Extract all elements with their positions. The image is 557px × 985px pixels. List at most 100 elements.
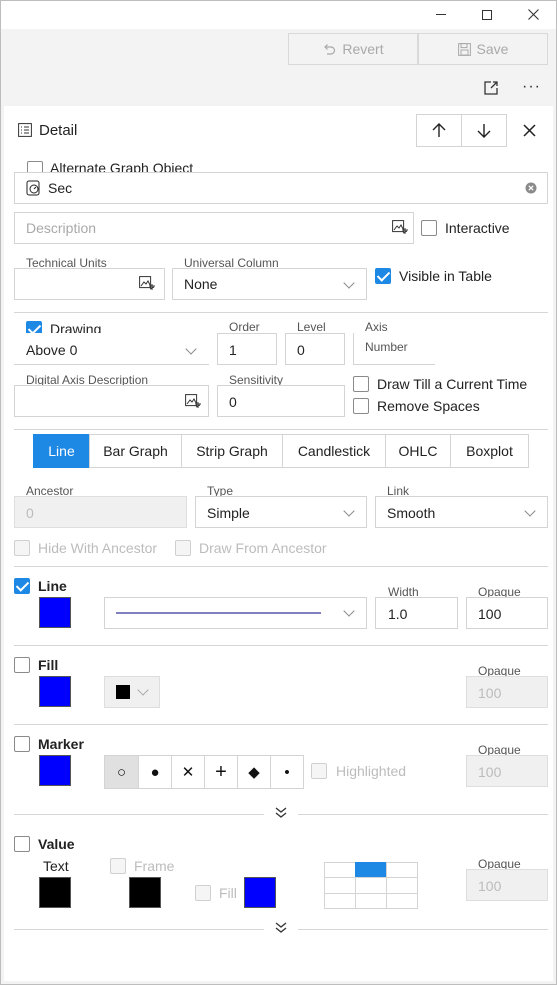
interactive-checkbox[interactable] bbox=[421, 220, 437, 236]
divider bbox=[298, 929, 548, 930]
value-fill-label: Fill bbox=[219, 885, 237, 901]
order-value: 1 bbox=[229, 342, 237, 358]
axis-label: Axis bbox=[365, 320, 388, 334]
marker-dot-button[interactable]: • bbox=[270, 756, 303, 788]
remove-spaces-label: Remove Spaces bbox=[377, 398, 480, 414]
minimize-button[interactable] bbox=[418, 0, 464, 29]
marker-diamond-button[interactable]: ◆ bbox=[237, 756, 270, 788]
fill-checkbox[interactable] bbox=[14, 657, 30, 673]
revert-button[interactable]: Revert bbox=[288, 33, 418, 65]
open-external-button[interactable] bbox=[482, 79, 500, 97]
undo-icon bbox=[324, 44, 336, 55]
align-top-left[interactable] bbox=[324, 862, 356, 878]
digital-axis-description-field[interactable] bbox=[14, 385, 209, 417]
tab-candlestick[interactable]: Candlestick bbox=[282, 434, 386, 468]
visible-in-table-checkbox[interactable] bbox=[375, 268, 391, 284]
frame-color-swatch[interactable] bbox=[129, 877, 161, 908]
divider bbox=[14, 566, 548, 567]
hide-with-ancestor-label: Hide With Ancestor bbox=[38, 540, 158, 556]
close-window-button[interactable] bbox=[510, 0, 556, 29]
clear-icon[interactable] bbox=[525, 182, 537, 194]
marker-checkbox[interactable] bbox=[14, 736, 30, 752]
level-value: 0 bbox=[297, 342, 305, 358]
remove-spaces-checkbox[interactable] bbox=[353, 398, 369, 414]
circle-filled-icon: ● bbox=[150, 763, 160, 781]
order-label: Order bbox=[229, 320, 260, 334]
plus-icon: + bbox=[215, 760, 227, 783]
description-placeholder: Description bbox=[26, 220, 97, 236]
translate-icon[interactable] bbox=[139, 276, 156, 291]
draw-till-current-time-checkbox[interactable] bbox=[353, 376, 369, 392]
interactive-label: Interactive bbox=[445, 220, 510, 236]
value-checkbox[interactable] bbox=[14, 836, 30, 852]
ancestor-field[interactable] bbox=[14, 496, 187, 528]
dot-icon: • bbox=[284, 763, 290, 781]
align-bottom-right[interactable] bbox=[386, 893, 418, 909]
marker-cross-button[interactable]: ✕ bbox=[171, 756, 204, 788]
arrow-down-icon bbox=[477, 124, 491, 138]
marker-plus-button[interactable]: + bbox=[204, 756, 237, 788]
align-middle-right[interactable] bbox=[386, 877, 418, 894]
close-detail-icon[interactable] bbox=[523, 124, 536, 137]
open-external-icon bbox=[484, 81, 498, 95]
line-checkbox[interactable] bbox=[14, 578, 30, 594]
translate-icon[interactable] bbox=[392, 220, 409, 235]
align-top-right[interactable] bbox=[386, 862, 418, 878]
text-color-swatch[interactable] bbox=[39, 877, 71, 908]
marker-color-swatch[interactable] bbox=[39, 755, 71, 786]
draw-from-ancestor-checkbox[interactable] bbox=[175, 540, 191, 556]
type-value: Simple bbox=[207, 505, 250, 521]
divider bbox=[298, 814, 548, 815]
align-top-center[interactable] bbox=[355, 862, 387, 878]
fill-opaque-value: 100 bbox=[478, 685, 502, 701]
line-style-preview bbox=[116, 612, 321, 614]
divider bbox=[14, 645, 548, 646]
link-value: Smooth bbox=[387, 505, 436, 521]
highlighted-checkbox[interactable] bbox=[311, 763, 327, 779]
frame-checkbox[interactable] bbox=[110, 858, 126, 874]
detail-title: Detail bbox=[39, 122, 78, 139]
align-bottom-left[interactable] bbox=[324, 893, 356, 909]
expand-icon[interactable] bbox=[273, 921, 289, 935]
diamond-icon: ◆ bbox=[248, 764, 260, 781]
fill-pattern-select[interactable] bbox=[104, 676, 160, 708]
align-middle-center[interactable] bbox=[355, 877, 387, 894]
draw-till-current-time-label: Draw Till a Current Time bbox=[377, 376, 528, 392]
name-field[interactable] bbox=[14, 172, 548, 204]
marker-circle-outline-button[interactable]: ○ bbox=[105, 756, 138, 788]
marker-circle-filled-button[interactable]: ● bbox=[138, 756, 171, 788]
move-up-button[interactable] bbox=[416, 114, 462, 147]
save-button[interactable]: Save bbox=[418, 33, 548, 65]
level-label: Level bbox=[297, 320, 326, 334]
save-label: Save bbox=[476, 41, 509, 57]
move-down-button[interactable] bbox=[461, 114, 507, 147]
value-fill-checkbox[interactable] bbox=[195, 885, 211, 901]
circle-outline-icon: ○ bbox=[116, 763, 127, 781]
tab-strip-graph[interactable]: Strip Graph bbox=[181, 434, 283, 468]
line-color-swatch[interactable] bbox=[39, 597, 71, 628]
sensitivity-value: 0 bbox=[229, 394, 237, 410]
more-button[interactable]: ··· bbox=[522, 78, 544, 96]
tab-ohlc[interactable]: OHLC bbox=[385, 434, 451, 468]
tab-line[interactable]: Line bbox=[33, 434, 90, 468]
expand-icon[interactable] bbox=[273, 806, 289, 820]
object-type-icon bbox=[26, 180, 40, 196]
maximize-button[interactable] bbox=[464, 0, 510, 29]
line-opaque-value: 100 bbox=[478, 606, 502, 622]
level-field[interactable] bbox=[285, 333, 345, 365]
title-bar bbox=[0, 0, 557, 29]
align-bottom-center[interactable] bbox=[355, 893, 387, 909]
tab-boxplot[interactable]: Boxplot bbox=[450, 434, 529, 468]
align-middle-left[interactable] bbox=[324, 877, 356, 894]
toolbar: Revert Save ··· bbox=[0, 29, 557, 106]
tab-bar-graph[interactable]: Bar Graph bbox=[89, 434, 182, 468]
fill-color-swatch[interactable] bbox=[39, 676, 71, 707]
draw-from-ancestor-label: Draw From Ancestor bbox=[199, 540, 327, 556]
list-icon bbox=[18, 123, 32, 137]
text-label: Text bbox=[43, 858, 69, 874]
translate-icon[interactable] bbox=[185, 394, 202, 409]
value-fill-color-swatch[interactable] bbox=[244, 877, 276, 908]
hide-with-ancestor-checkbox[interactable] bbox=[14, 540, 30, 556]
order-field[interactable] bbox=[217, 333, 277, 365]
name-value: Sec bbox=[48, 180, 73, 196]
